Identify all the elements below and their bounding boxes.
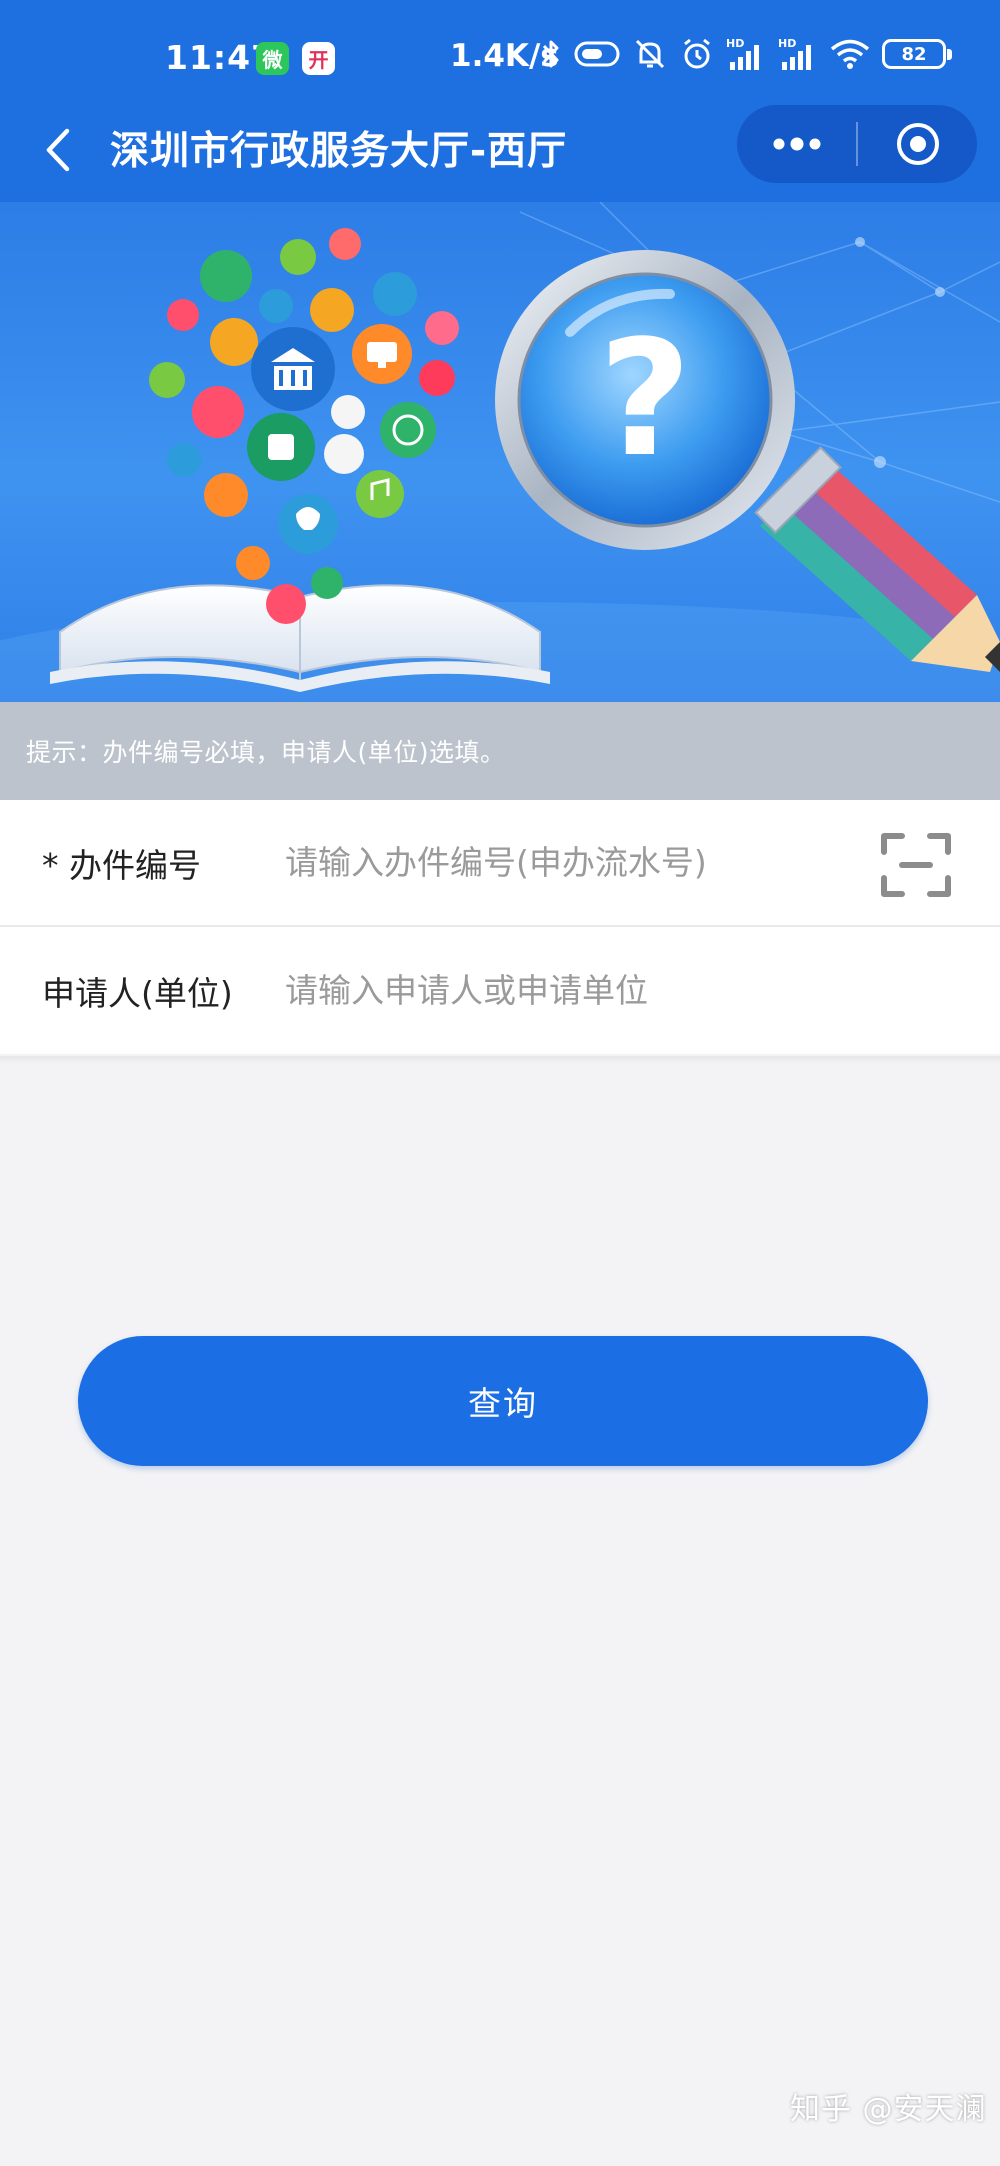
banner-image: ?	[0, 202, 1000, 702]
page: 11:47 微 开 1.4K/s HD HD 82 深圳市行政服务大厅-西厅 ?…	[0, 0, 1000, 2166]
case-number-label: * 办件编号	[42, 845, 201, 885]
signal-hd-icon-2: HD	[778, 36, 818, 72]
alarm-icon	[680, 37, 714, 71]
header: 11:47 微 开 1.4K/s HD HD 82 深圳市行政服务大厅-西厅	[0, 0, 1000, 202]
target-circle-icon	[896, 123, 939, 165]
form-shadow	[0, 1056, 1000, 1064]
svg-text:HD: HD	[726, 37, 744, 50]
mute-bell-icon	[632, 36, 668, 72]
status-icons: HD HD 82	[540, 36, 958, 72]
close-miniprogram-button[interactable]	[858, 105, 977, 183]
tip-text: 提示：办件编号必填，申请人(单位)选填。	[26, 738, 506, 767]
more-dots-icon	[773, 137, 820, 151]
question-mark-glyph: ?	[599, 305, 692, 492]
battery-icon: 82	[882, 39, 952, 69]
applicant-row: 申请人(单位)	[0, 927, 1000, 1054]
case-number-input[interactable]	[285, 827, 865, 898]
svg-text:HD: HD	[778, 37, 796, 50]
scan-icon[interactable]	[880, 832, 952, 898]
app-notification-icon: 开	[302, 42, 335, 75]
wechat-notification-icon: 微	[256, 42, 289, 75]
more-menu-button[interactable]	[737, 105, 856, 183]
applicant-input[interactable]	[285, 955, 865, 1026]
miniprogram-capsule	[737, 105, 977, 183]
toggle-icon	[574, 40, 620, 68]
wifi-icon	[830, 38, 870, 70]
back-icon[interactable]	[38, 122, 78, 178]
applicant-label: 申请人(单位)	[42, 973, 233, 1013]
status-bar: 11:47 微 开 1.4K/s HD HD 82	[0, 0, 1000, 116]
watermark-text: 知乎 @安天澜	[790, 2092, 987, 2127]
case-number-row: * 办件编号	[0, 800, 1000, 927]
query-button[interactable]: 查询	[78, 1336, 928, 1466]
battery-level: 82	[901, 43, 927, 65]
service-icons-cluster	[149, 228, 459, 624]
tip-bar: 提示：办件编号必填，申请人(单位)选填。	[0, 702, 1000, 800]
magnifier-illustration: ?	[495, 250, 795, 550]
page-title: 深圳市行政服务大厅-西厅	[110, 129, 568, 174]
signal-hd-icon: HD	[726, 36, 766, 72]
query-form: * 办件编号 申请人(单位)	[0, 800, 1000, 1054]
bluetooth-icon	[540, 37, 562, 71]
nav-bar: 深圳市行政服务大厅-西厅	[0, 100, 1000, 202]
